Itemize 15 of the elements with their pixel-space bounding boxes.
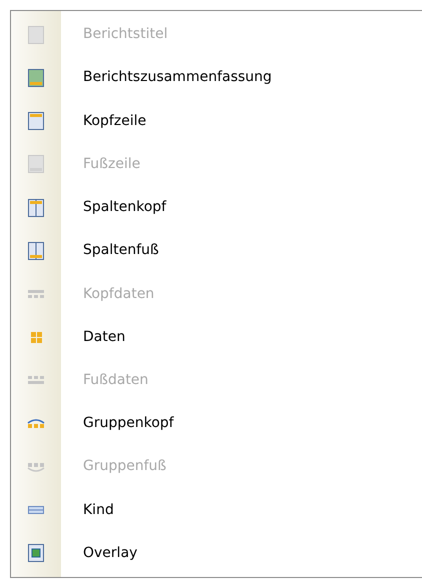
menu-item[interactable]: Daten: [11, 316, 422, 359]
menu-item[interactable]: Gruppenkopf: [11, 402, 422, 446]
menu-item[interactable]: Kopfzeile: [11, 99, 422, 143]
menu-item[interactable]: Spaltenfuß: [11, 229, 422, 272]
menu-item[interactable]: Kind: [11, 488, 422, 532]
column-icon: [27, 198, 45, 218]
menu-item[interactable]: Overlay: [11, 532, 422, 576]
column-icon: [27, 240, 45, 261]
page-icon: [27, 24, 45, 45]
picture-frame-icon: [27, 543, 45, 564]
menu-item[interactable]: Spaltenkopf: [11, 186, 422, 230]
page-icon: [27, 68, 45, 88]
menu-item[interactable]: Berichtszusammenfassung: [11, 56, 422, 100]
page-icon: [27, 154, 45, 174]
page-icon: [27, 111, 45, 132]
